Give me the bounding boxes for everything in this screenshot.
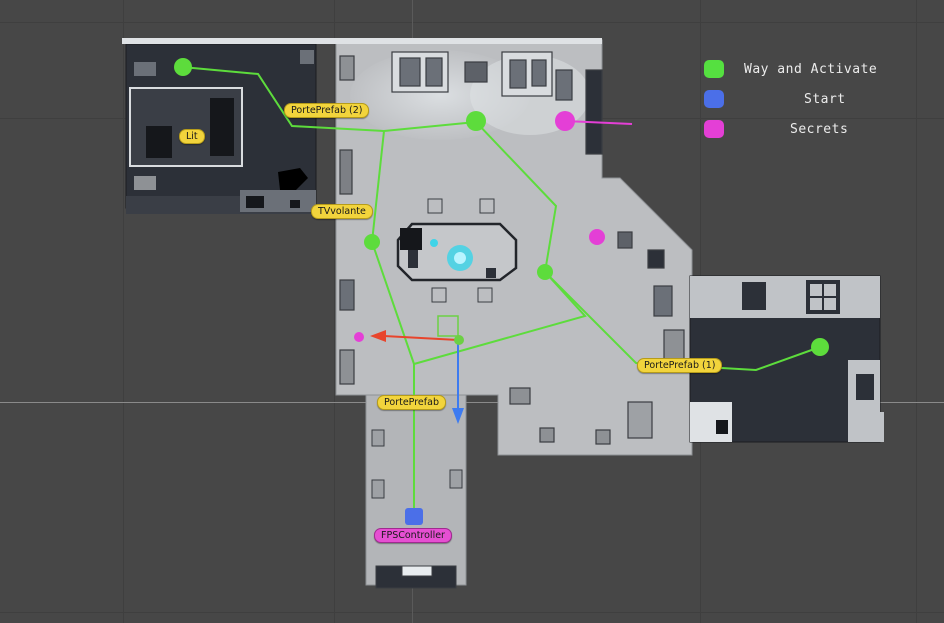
legend-label: Start — [804, 92, 846, 107]
main-floor — [335, 39, 693, 586]
object-label-fps-controller[interactable]: FPSController — [374, 528, 452, 543]
object-label-lit[interactable]: Lit — [179, 129, 205, 144]
object-label-tv-volante[interactable]: TVvolante — [311, 204, 373, 219]
scene-view[interactable]: PortePrefab (2) Lit TVvolante PortePrefa… — [0, 0, 944, 623]
legend-swatch-pink — [704, 120, 724, 138]
object-label-porte-prefab[interactable]: PortePrefab — [377, 395, 446, 410]
legend-label: Secrets — [790, 122, 849, 137]
object-label-porte-prefab-2[interactable]: PortePrefab (2) — [284, 103, 370, 118]
level-map — [122, 38, 884, 589]
legend-swatch-blue — [704, 90, 724, 108]
start-marker — [405, 508, 423, 525]
legend-label: Way and Activate — [744, 62, 878, 77]
legend-swatch-green — [704, 60, 724, 78]
object-label-porte-prefab-1[interactable]: PortePrefab (1) — [637, 358, 723, 373]
